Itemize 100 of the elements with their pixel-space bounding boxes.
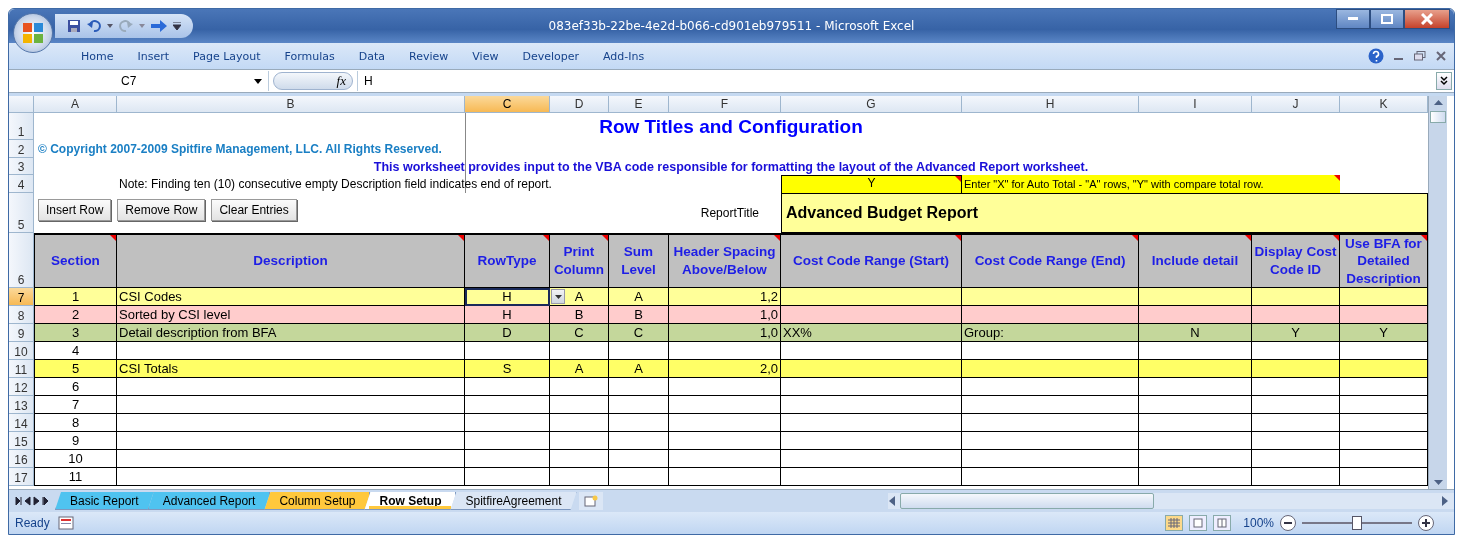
scroll-up-icon[interactable] <box>1433 100 1443 105</box>
table-cell[interactable] <box>1139 432 1252 450</box>
sheet-tab[interactable]: Basic Report <box>55 492 154 510</box>
right-arrow-icon[interactable] <box>151 20 167 32</box>
ribbon-tab[interactable]: Page Layout <box>181 49 273 63</box>
table-cell[interactable]: 1,2 <box>669 288 781 306</box>
table-cell[interactable] <box>609 378 669 396</box>
row-number[interactable]: 7 <box>9 288 34 306</box>
row-number[interactable]: 17 <box>9 468 34 486</box>
table-cell[interactable] <box>1252 432 1340 450</box>
table-cell[interactable] <box>1340 306 1428 324</box>
row-number[interactable]: 5 <box>9 193 34 233</box>
sheet-button[interactable]: Clear Entries <box>211 199 297 221</box>
column-header[interactable]: E <box>609 96 669 113</box>
table-cell[interactable] <box>117 450 465 468</box>
sheet-tab[interactable]: Advanced Report <box>147 492 271 510</box>
table-cell[interactable] <box>609 468 669 486</box>
help-icon[interactable] <box>1368 48 1384 64</box>
report-title-cell[interactable]: Advanced Budget Report <box>781 193 1428 233</box>
macro-record-icon[interactable] <box>57 516 74 530</box>
column-header[interactable]: C <box>465 96 550 113</box>
column-header[interactable]: D <box>550 96 609 113</box>
table-cell[interactable] <box>962 414 1139 432</box>
scrollbar-thumb[interactable] <box>900 493 1154 509</box>
table-cell[interactable] <box>1340 450 1428 468</box>
table-cell[interactable] <box>1139 396 1252 414</box>
table-cell[interactable]: 6 <box>34 378 117 396</box>
restore-icon[interactable] <box>1414 51 1426 61</box>
table-cell[interactable] <box>962 468 1139 486</box>
row-number[interactable]: 12 <box>9 378 34 396</box>
row-number[interactable]: 15 <box>9 432 34 450</box>
table-cell[interactable] <box>962 450 1139 468</box>
table-cell[interactable] <box>609 432 669 450</box>
table-cell[interactable] <box>1340 432 1428 450</box>
table-cell[interactable] <box>550 432 609 450</box>
normal-view-icon[interactable] <box>1165 515 1184 531</box>
column-header[interactable]: K <box>1340 96 1428 113</box>
column-header[interactable]: I <box>1139 96 1252 113</box>
ribbon-tab[interactable]: Formulas <box>272 49 347 63</box>
table-cell[interactable] <box>781 360 962 378</box>
table-cell[interactable] <box>550 396 609 414</box>
table-cell[interactable] <box>465 414 550 432</box>
table-cell[interactable] <box>1139 468 1252 486</box>
row-number[interactable]: 2 <box>9 140 34 158</box>
zoom-level-text[interactable]: 100% <box>1243 516 1274 530</box>
total-flag-cell[interactable]: Y <box>781 175 962 193</box>
row-number[interactable]: 9 <box>9 324 34 342</box>
table-cell[interactable] <box>609 450 669 468</box>
scroll-down-icon[interactable] <box>1433 480 1443 485</box>
table-cell[interactable] <box>609 414 669 432</box>
table-cell[interactable]: 3 <box>34 324 117 342</box>
table-cell[interactable]: 4 <box>34 342 117 360</box>
sheet-button[interactable]: Remove Row <box>117 199 206 221</box>
ribbon-tab[interactable]: Home <box>69 49 126 63</box>
table-cell[interactable] <box>550 468 609 486</box>
save-icon[interactable] <box>67 19 81 33</box>
table-cell[interactable]: D <box>465 324 550 342</box>
table-cell[interactable]: 7 <box>34 396 117 414</box>
table-cell[interactable]: 9 <box>34 432 117 450</box>
table-cell[interactable] <box>465 450 550 468</box>
zoom-in-icon[interactable] <box>1418 515 1434 531</box>
table-cell[interactable] <box>962 306 1139 324</box>
table-cell[interactable]: H <box>465 306 550 324</box>
table-cell[interactable] <box>117 468 465 486</box>
table-cell[interactable] <box>669 414 781 432</box>
table-cell[interactable]: 5 <box>34 360 117 378</box>
table-cell[interactable] <box>1139 288 1252 306</box>
table-cell[interactable] <box>550 342 609 360</box>
table-cell[interactable] <box>1252 414 1340 432</box>
table-cell[interactable] <box>1252 450 1340 468</box>
table-cell[interactable] <box>781 468 962 486</box>
table-cell[interactable]: 1 <box>34 288 117 306</box>
table-cell[interactable] <box>117 414 465 432</box>
row-number[interactable]: 1 <box>9 113 34 140</box>
column-header[interactable]: G <box>781 96 962 113</box>
table-cell[interactable]: B <box>550 306 609 324</box>
table-cell[interactable] <box>465 396 550 414</box>
table-cell[interactable]: A <box>609 360 669 378</box>
table-cell[interactable]: S <box>465 360 550 378</box>
table-cell[interactable] <box>550 414 609 432</box>
table-cell[interactable] <box>669 468 781 486</box>
table-cell[interactable] <box>1340 396 1428 414</box>
table-cell[interactable] <box>1340 414 1428 432</box>
table-cell[interactable] <box>669 450 781 468</box>
table-cell[interactable] <box>465 432 550 450</box>
sheet-button[interactable]: Insert Row <box>38 199 112 221</box>
table-cell[interactable] <box>781 414 962 432</box>
close-icon[interactable] <box>1436 51 1446 61</box>
table-cell[interactable] <box>781 432 962 450</box>
maximize-button[interactable] <box>1370 9 1404 29</box>
table-cell[interactable] <box>962 342 1139 360</box>
table-cell[interactable]: Y <box>1340 324 1428 342</box>
table-cell[interactable] <box>781 288 962 306</box>
column-header[interactable]: J <box>1252 96 1340 113</box>
row-number[interactable]: 10 <box>9 342 34 360</box>
zoom-out-icon[interactable] <box>1280 515 1296 531</box>
ribbon-tab[interactable]: Insert <box>125 49 182 63</box>
row-number[interactable]: 8 <box>9 306 34 324</box>
table-cell[interactable] <box>669 342 781 360</box>
column-header[interactable]: F <box>669 96 781 113</box>
